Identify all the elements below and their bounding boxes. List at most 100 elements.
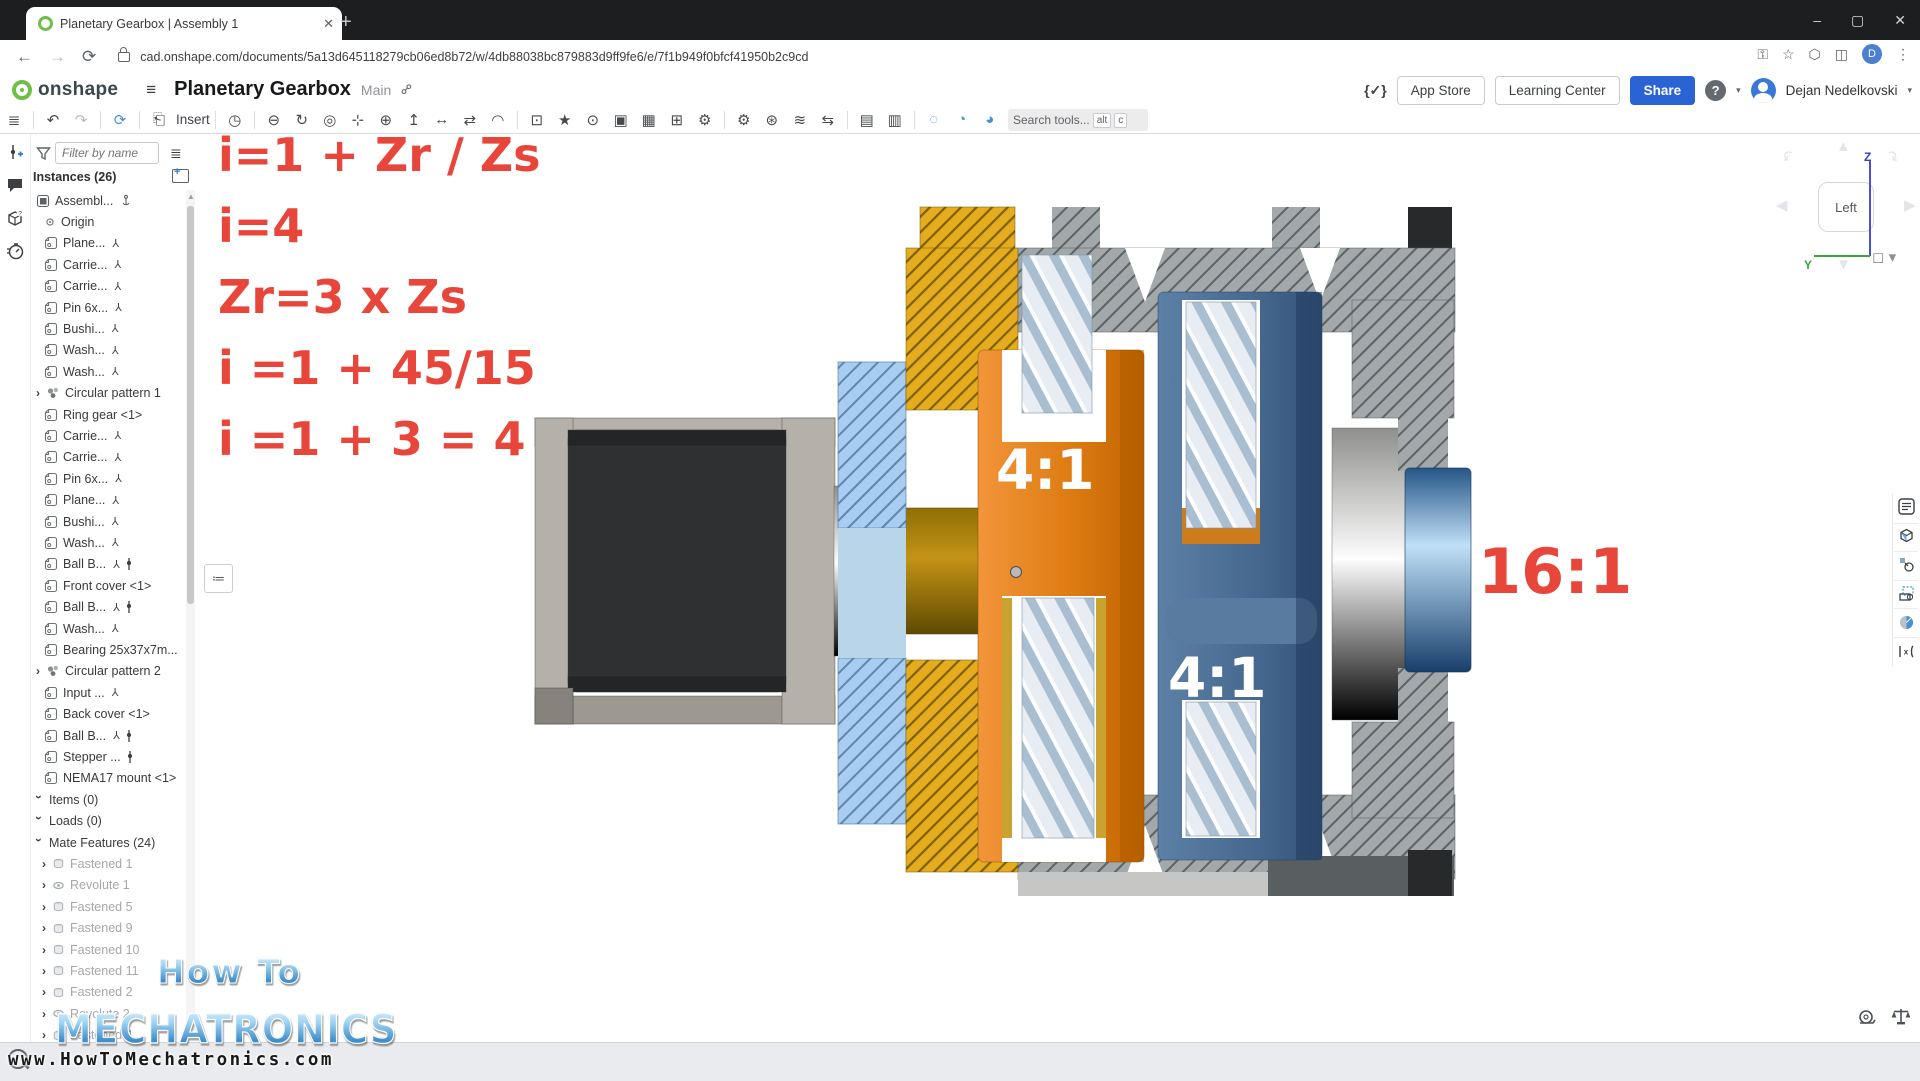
performance-icon[interactable] xyxy=(6,242,24,260)
history-icon[interactable]: ◷ xyxy=(226,111,243,129)
tree-row[interactable]: Ball B...⅄ xyxy=(44,554,132,575)
tree-row[interactable]: ›Fastened 5 xyxy=(42,896,133,917)
isolate-icon[interactable] xyxy=(1898,527,1915,544)
tree-row[interactable]: Wash...⅄ xyxy=(44,340,119,361)
list-view-icon[interactable]: ≣ xyxy=(170,145,182,162)
maximize-button[interactable]: ▢ xyxy=(1851,12,1864,29)
browser-menu-icon[interactable]: ⋮ xyxy=(1896,46,1910,63)
password-key-icon[interactable]: ⚿ xyxy=(1757,46,1768,63)
filter-funnel-icon[interactable] xyxy=(36,146,51,161)
tree-section-mate[interactable]: ›Mate Features (24) xyxy=(34,832,155,853)
chevron-down-icon[interactable]: › xyxy=(32,838,46,848)
document-title[interactable]: Planetary Gearbox xyxy=(174,78,351,101)
tree-row[interactable]: Ring gear <1> xyxy=(44,404,142,425)
tree-row[interactable]: Carrie...⅄ xyxy=(44,447,121,468)
chevron-right-icon[interactable]: › xyxy=(36,386,46,400)
measure-cube-icon[interactable]: ? xyxy=(6,209,24,227)
revolute-mate-icon[interactable]: ↻ xyxy=(293,111,310,129)
tree-row[interactable]: Origin xyxy=(44,211,94,232)
back-icon[interactable]: ← xyxy=(16,47,33,67)
tree-scrollbar-thumb[interactable] xyxy=(187,206,194,604)
extensions-puzzle-icon[interactable]: ⬡ xyxy=(1809,46,1821,63)
display-states-icon[interactable]: ◕ xyxy=(981,111,998,128)
browser-tab[interactable]: Planetary Gearbox | Assembly 1 ✕ xyxy=(26,7,342,40)
insert-icon[interactable]: ⎗ xyxy=(151,111,168,128)
tree-row[interactable]: Ball B...⅄ xyxy=(44,725,132,746)
bookmark-star-icon[interactable]: ☆ xyxy=(1782,46,1795,63)
planetary-relation-icon[interactable]: ⊛ xyxy=(763,111,780,129)
ball-mate-icon[interactable]: ⊕ xyxy=(377,111,394,129)
app-store-button[interactable]: App Store xyxy=(1397,76,1485,105)
exploded-parts-icon[interactable] xyxy=(1898,556,1915,573)
close-button[interactable]: ✕ xyxy=(1894,12,1906,29)
tab-close-icon[interactable]: ✕ xyxy=(323,16,334,32)
tree-row[interactable]: ›Fastened 1 xyxy=(42,853,133,874)
chevron-down-icon[interactable]: › xyxy=(32,816,46,826)
tree-row[interactable]: Carrie...⅄ xyxy=(44,425,121,446)
tree-row[interactable]: Pin 6x...⅄ xyxy=(44,468,122,489)
help-icon[interactable]: ? xyxy=(1705,80,1726,101)
tree-row[interactable]: Wash...⅄ xyxy=(44,532,119,553)
featurescript-icon[interactable]: {✓} xyxy=(1364,82,1387,99)
document-menu-icon[interactable]: ≡ xyxy=(146,80,156,100)
screw-relation-icon[interactable]: ⚙ xyxy=(735,111,752,129)
appearance-sphere-icon[interactable] xyxy=(1898,614,1915,631)
bom-table-icon[interactable]: ▥ xyxy=(886,111,903,129)
chevron-right-icon[interactable]: › xyxy=(42,900,52,914)
tree-section-loads[interactable]: ›Loads (0) xyxy=(34,811,102,832)
tree-row[interactable]: NEMA17 mount <1> xyxy=(44,768,176,789)
workspace-branch[interactable]: Main xyxy=(361,82,391,98)
tree-row[interactable]: Bearing 25x37x7m... xyxy=(44,639,178,660)
reload-icon[interactable]: ⟳ xyxy=(82,47,96,67)
assembly-feature-list-icon[interactable]: ≣ xyxy=(6,111,23,129)
drawing-region-icon[interactable] xyxy=(1898,585,1915,602)
parallel-mate-icon[interactable]: ⇄ xyxy=(461,111,478,129)
replicate-icon[interactable]: ⇆ xyxy=(819,111,836,129)
viewcube-rotate-ccw[interactable]: ↶ xyxy=(1777,146,1799,168)
mate-connector-icon[interactable] xyxy=(6,143,24,161)
lock-icon[interactable] xyxy=(118,52,130,62)
tree-row[interactable]: Bushi...⅄ xyxy=(44,511,118,532)
share-button[interactable]: Share xyxy=(1630,76,1696,105)
named-positions-icon[interactable]: ◔ xyxy=(953,111,970,128)
search-tools[interactable]: Search tools... alt c xyxy=(1008,109,1148,131)
minimize-button[interactable]: – xyxy=(1813,12,1821,28)
edit-in-context-icon[interactable]: ▤ xyxy=(858,111,875,129)
configurations-icon[interactable]: x xyxy=(1898,643,1915,660)
insert-instance-icon[interactable] xyxy=(172,169,189,183)
measure-tape-icon[interactable] xyxy=(1856,1008,1878,1030)
cylindrical-mate-icon[interactable]: ◎ xyxy=(321,111,338,129)
filter-input[interactable] xyxy=(55,142,159,164)
gear-relation-icon[interactable]: ⚙ xyxy=(696,111,713,129)
collapsed-panel-toggle[interactable]: ≔ xyxy=(204,564,233,593)
comment-icon[interactable] xyxy=(6,176,24,194)
chevron-right-icon[interactable]: › xyxy=(42,857,52,871)
help-caret-icon[interactable]: ▾ xyxy=(1736,85,1741,96)
planar-mate-icon[interactable]: ⊹ xyxy=(349,111,366,129)
snap-mode-icon[interactable]: ⊡ xyxy=(528,111,545,129)
model-panel-icon[interactable] xyxy=(1898,498,1915,515)
tree-row[interactable]: Wash...⅄ xyxy=(44,618,119,639)
tree-row[interactable]: Plane...⅄ xyxy=(44,490,119,511)
pin-slot-mate-icon[interactable]: ↥ xyxy=(405,111,422,129)
tangent-mate-icon[interactable]: ◠ xyxy=(489,111,506,129)
tree-row[interactable]: Back cover <1> xyxy=(44,704,150,725)
tree-row[interactable]: Stepper ... xyxy=(44,746,133,767)
rack-relation-icon[interactable]: ≋ xyxy=(791,111,808,129)
tree-row[interactable]: Ball B...⅄ xyxy=(44,597,132,618)
view-options-cube-icon[interactable]: ◻ ▾ xyxy=(1872,248,1896,266)
chevron-down-icon[interactable]: › xyxy=(32,795,46,805)
slider-mate-icon[interactable]: ↔ xyxy=(433,111,450,128)
select-part-icon[interactable]: ⊙ xyxy=(584,111,601,129)
tree-section-items[interactable]: ›Items (0) xyxy=(34,789,98,810)
insert-label[interactable]: Insert xyxy=(176,112,210,127)
mass-properties-icon[interactable] xyxy=(1890,1006,1912,1028)
tree-row[interactable]: Input ...⅄ xyxy=(44,682,118,703)
group-icon[interactable]: ▣ xyxy=(612,111,629,129)
user-name[interactable]: Dejan Nedelkovski xyxy=(1786,83,1898,98)
tree-row[interactable]: Bushi...⅄ xyxy=(44,318,118,339)
copies-icon[interactable]: ▦ xyxy=(640,111,657,129)
explode-view-icon[interactable]: ◌ xyxy=(925,111,942,128)
url-text[interactable]: cad.onshape.com/documents/5a13d645118279… xyxy=(140,50,808,64)
tree-row[interactable]: Plane...⅄ xyxy=(44,233,119,254)
